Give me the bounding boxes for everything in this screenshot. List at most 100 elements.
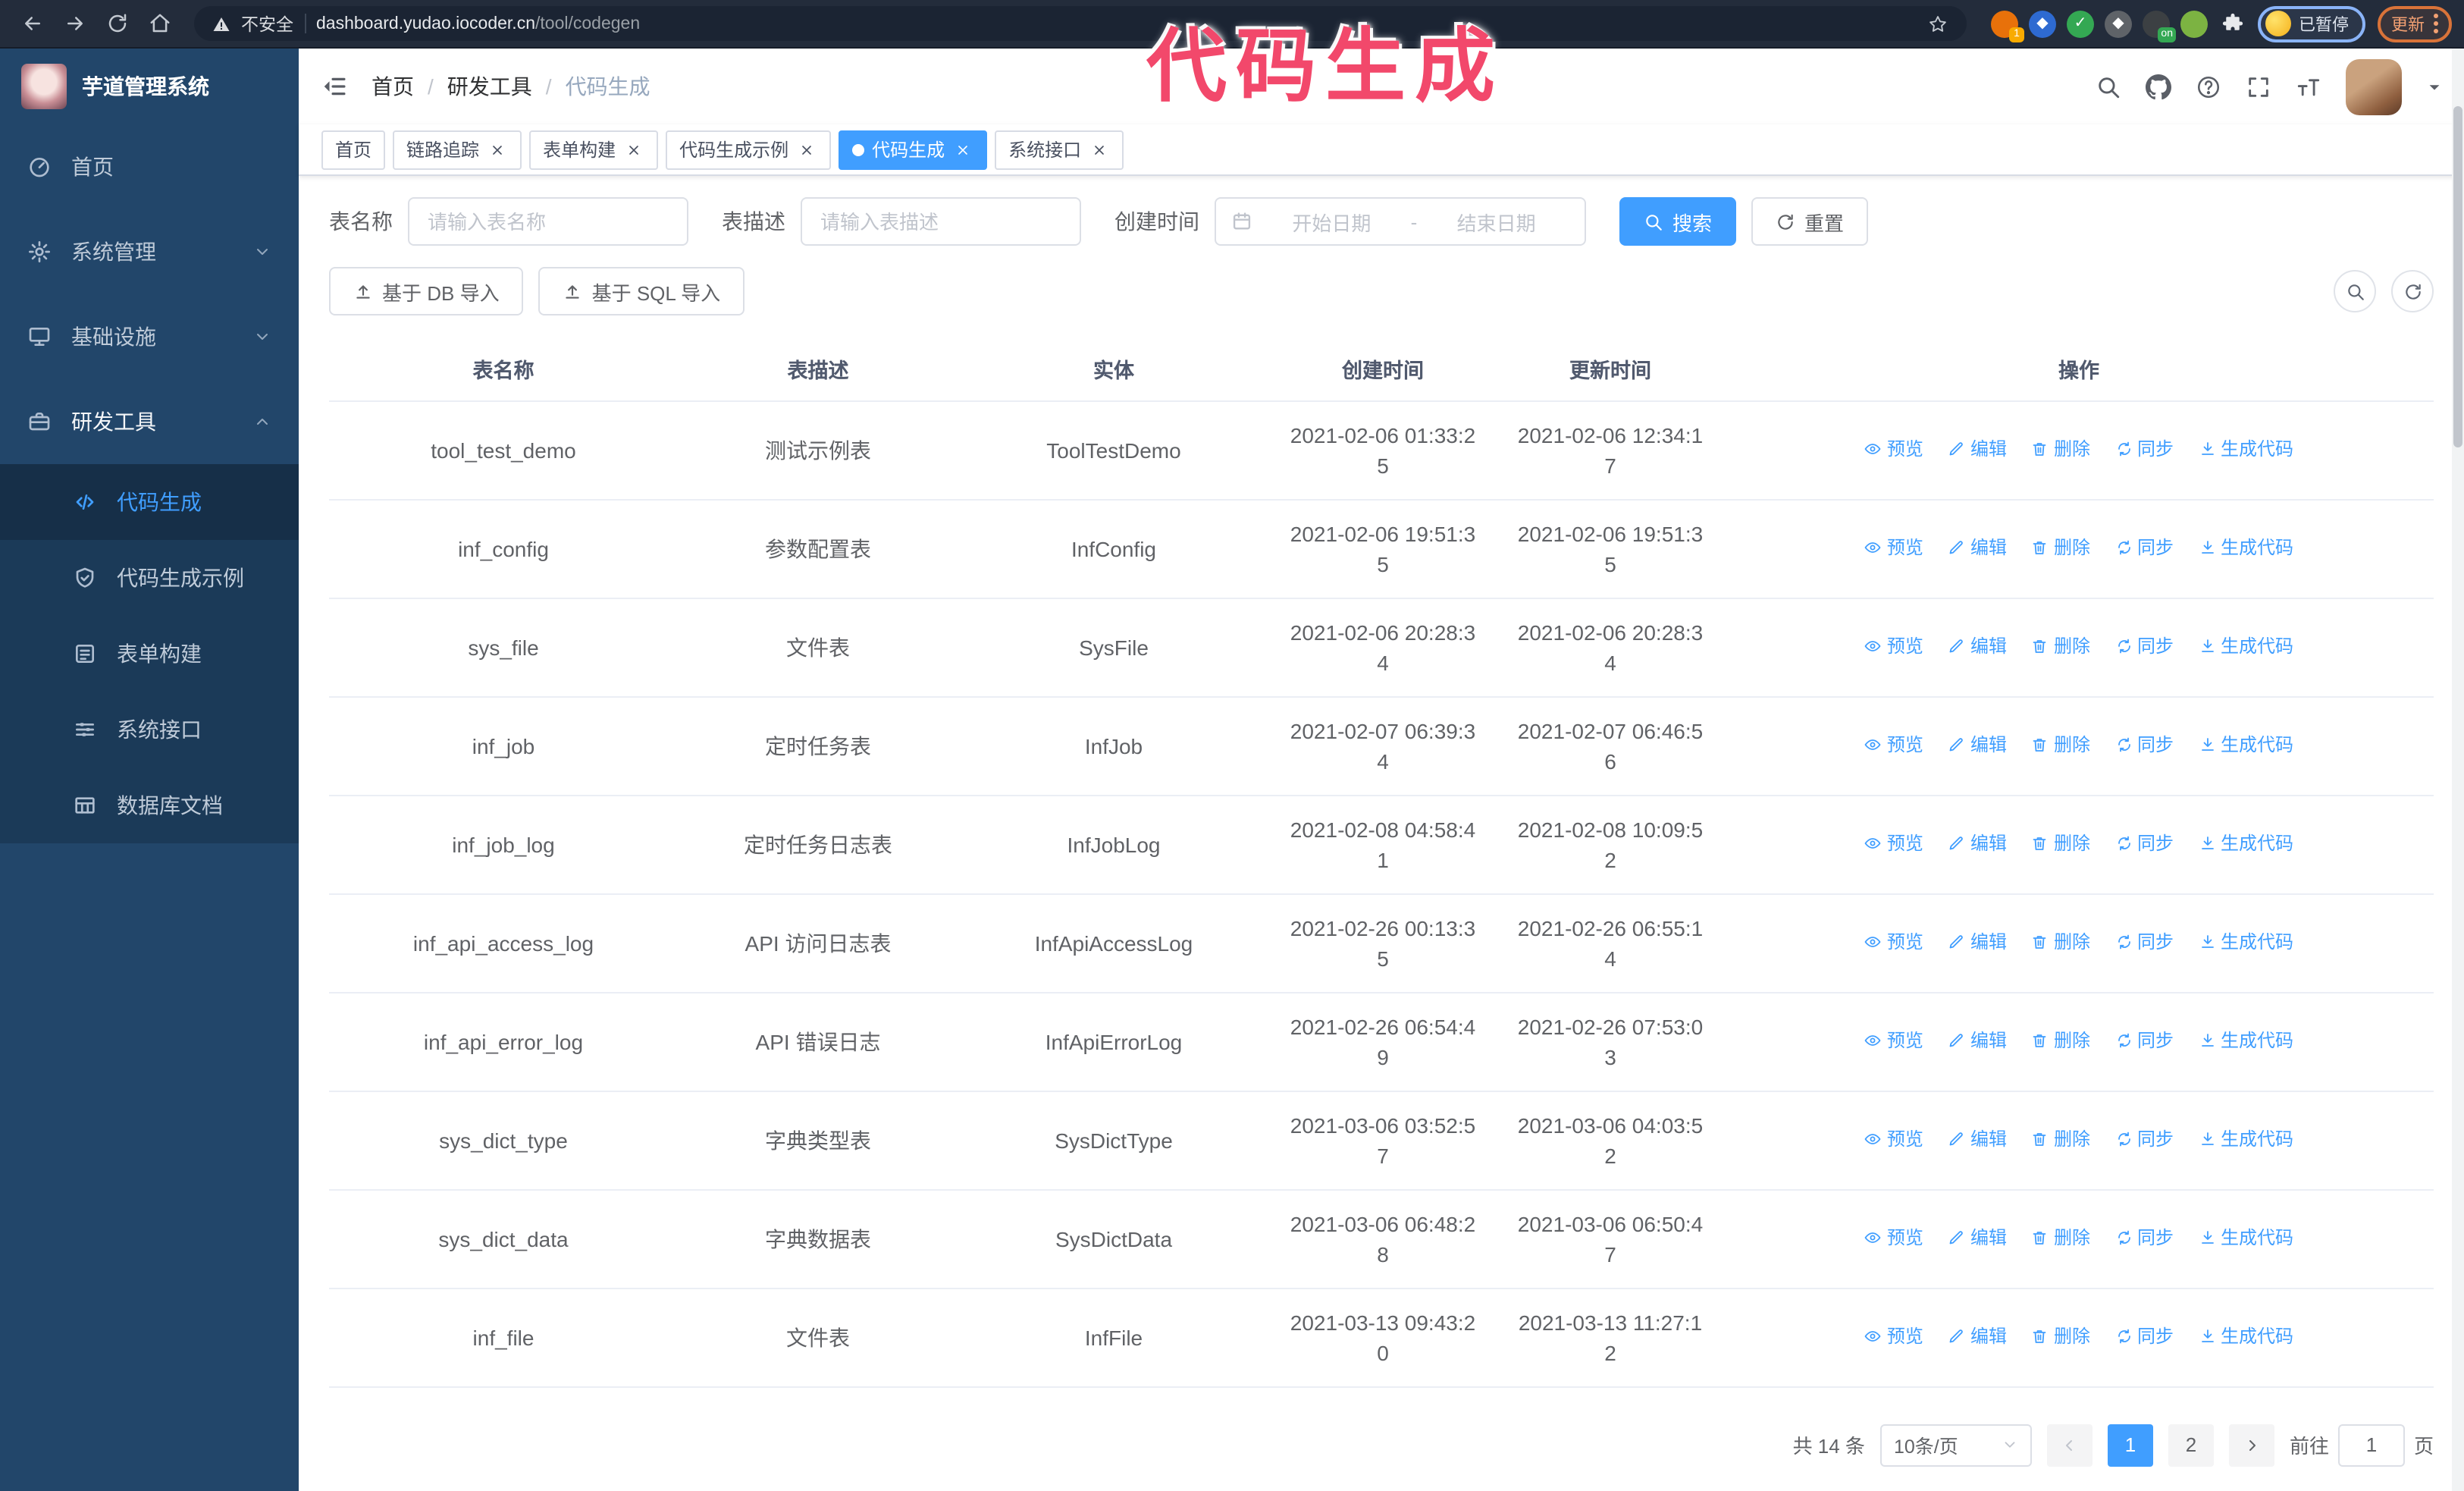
action-generate-code-link[interactable]: 生成代码: [2198, 532, 2293, 563]
action-sync-link[interactable]: 同步: [2114, 532, 2174, 563]
action-generate-code-link[interactable]: 生成代码: [2198, 1025, 2293, 1056]
tag-tab[interactable]: 系统接口: [995, 130, 1124, 169]
page-scrollbar[interactable]: [2452, 49, 2464, 1491]
action-sync-link[interactable]: 同步: [2114, 1321, 2174, 1351]
import-db-button[interactable]: 基于 DB 导入: [329, 267, 524, 315]
action-edit-link[interactable]: 编辑: [1948, 1321, 2007, 1351]
date-range-picker[interactable]: 开始日期 - 结束日期: [1215, 197, 1586, 246]
action-delete-link[interactable]: 删除: [2031, 1321, 2090, 1351]
user-avatar[interactable]: [2346, 58, 2402, 115]
action-delete-link[interactable]: 删除: [2031, 927, 2090, 957]
table-desc-input[interactable]: [801, 197, 1081, 246]
page-number-button[interactable]: 1: [2107, 1424, 2153, 1466]
tag-tab[interactable]: 表单构建: [529, 130, 659, 169]
goto-page-input[interactable]: [2337, 1424, 2405, 1466]
action-edit-link[interactable]: 编辑: [1948, 828, 2007, 859]
close-icon[interactable]: [1089, 139, 1110, 160]
sidebar-item-form-builder[interactable]: 表单构建: [0, 616, 299, 692]
sidebar-item-code-generation[interactable]: 代码生成: [0, 464, 299, 540]
sidebar-logo-row[interactable]: 芋道管理系统: [0, 49, 299, 124]
sidebar-item-database-doc[interactable]: 数据库文档: [0, 767, 299, 843]
toggle-search-button[interactable]: [2334, 270, 2376, 312]
action-edit-link[interactable]: 编辑: [1948, 532, 2007, 563]
action-generate-code-link[interactable]: 生成代码: [2198, 828, 2293, 859]
extension-orange-icon[interactable]: 1: [1991, 10, 2024, 42]
tag-tab[interactable]: 链路追踪: [393, 130, 522, 169]
breadcrumb-item[interactable]: 首页: [371, 71, 414, 102]
puzzle-icon[interactable]: [2218, 10, 2246, 37]
action-edit-link[interactable]: 编辑: [1948, 730, 2007, 760]
action-preview-link[interactable]: 预览: [1864, 1025, 1923, 1056]
action-preview-link[interactable]: 预览: [1864, 434, 1923, 464]
sidebar-item-dev-tools[interactable]: 研发工具: [0, 379, 299, 464]
action-delete-link[interactable]: 删除: [2031, 532, 2090, 563]
action-edit-link[interactable]: 编辑: [1948, 434, 2007, 464]
reload-icon[interactable]: [97, 4, 136, 43]
tag-tab[interactable]: 代码生成示例: [666, 130, 832, 169]
action-preview-link[interactable]: 预览: [1864, 828, 1923, 859]
close-icon[interactable]: [487, 139, 508, 160]
extension-dark-icon[interactable]: on: [2143, 10, 2176, 42]
search-icon[interactable]: [2096, 74, 2121, 99]
breadcrumb-item[interactable]: 研发工具: [447, 71, 532, 102]
action-preview-link[interactable]: 预览: [1864, 532, 1923, 563]
browser-update-button[interactable]: 更新: [2378, 5, 2452, 42]
sidebar-item-system-management[interactable]: 系统管理: [0, 209, 299, 294]
action-generate-code-link[interactable]: 生成代码: [2198, 1124, 2293, 1154]
action-preview-link[interactable]: 预览: [1864, 1321, 1923, 1351]
refresh-table-button[interactable]: [2391, 270, 2434, 312]
action-generate-code-link[interactable]: 生成代码: [2198, 631, 2293, 661]
browser-profile-chip[interactable]: 已暂停: [2258, 5, 2365, 42]
action-preview-link[interactable]: 预览: [1864, 1223, 1923, 1253]
sidebar-item-infrastructure[interactable]: 基础设施: [0, 294, 299, 379]
tag-tab[interactable]: 首页: [321, 130, 386, 169]
table-name-input[interactable]: [408, 197, 688, 246]
page-number-button[interactable]: 2: [2168, 1424, 2214, 1466]
page-size-select[interactable]: 10条/页: [1879, 1424, 2032, 1466]
action-preview-link[interactable]: 预览: [1864, 730, 1923, 760]
action-delete-link[interactable]: 删除: [2031, 434, 2090, 464]
forward-icon[interactable]: [55, 4, 94, 43]
action-delete-link[interactable]: 删除: [2031, 1025, 2090, 1056]
action-edit-link[interactable]: 编辑: [1948, 1223, 2007, 1253]
action-delete-link[interactable]: 删除: [2031, 730, 2090, 760]
question-icon[interactable]: [2196, 74, 2221, 99]
action-generate-code-link[interactable]: 生成代码: [2198, 434, 2293, 464]
action-sync-link[interactable]: 同步: [2114, 927, 2174, 957]
close-icon[interactable]: [952, 139, 973, 160]
action-delete-link[interactable]: 删除: [2031, 1124, 2090, 1154]
action-edit-link[interactable]: 编辑: [1948, 631, 2007, 661]
action-edit-link[interactable]: 编辑: [1948, 1124, 2007, 1154]
search-button[interactable]: 搜索: [1619, 197, 1737, 246]
back-icon[interactable]: [12, 4, 52, 43]
action-delete-link[interactable]: 删除: [2031, 828, 2090, 859]
action-sync-link[interactable]: 同步: [2114, 730, 2174, 760]
action-sync-link[interactable]: 同步: [2114, 828, 2174, 859]
import-sql-button[interactable]: 基于 SQL 导入: [538, 267, 745, 315]
sidebar-item-code-generation-example[interactable]: 代码生成示例: [0, 540, 299, 616]
sidebar-item-system-api[interactable]: 系统接口: [0, 692, 299, 767]
action-delete-link[interactable]: 删除: [2031, 631, 2090, 661]
fullscreen-icon[interactable]: [2246, 74, 2271, 99]
extension-check-icon[interactable]: ✓: [2067, 10, 2094, 37]
extension-green-icon[interactable]: [2180, 10, 2208, 37]
action-sync-link[interactable]: 同步: [2114, 631, 2174, 661]
action-sync-link[interactable]: 同步: [2114, 1223, 2174, 1253]
action-sync-link[interactable]: 同步: [2114, 434, 2174, 464]
action-preview-link[interactable]: 预览: [1864, 1124, 1923, 1154]
action-preview-link[interactable]: 预览: [1864, 927, 1923, 957]
action-sync-link[interactable]: 同步: [2114, 1025, 2174, 1056]
bookmark-star-icon[interactable]: [1927, 13, 1948, 34]
reset-button[interactable]: 重置: [1751, 197, 1869, 246]
scrollbar-thumb[interactable]: [2453, 106, 2462, 447]
hamburger-icon[interactable]: [299, 49, 371, 124]
action-generate-code-link[interactable]: 生成代码: [2198, 1223, 2293, 1253]
action-generate-code-link[interactable]: 生成代码: [2198, 1321, 2293, 1351]
tag-tab[interactable]: 代码生成: [839, 130, 988, 169]
font-size-icon[interactable]: [2296, 74, 2321, 99]
next-page-button[interactable]: [2228, 1424, 2274, 1466]
action-sync-link[interactable]: 同步: [2114, 1124, 2174, 1154]
prev-page-button[interactable]: [2046, 1424, 2093, 1466]
action-generate-code-link[interactable]: 生成代码: [2198, 927, 2293, 957]
sidebar-item-home[interactable]: 首页: [0, 124, 299, 209]
